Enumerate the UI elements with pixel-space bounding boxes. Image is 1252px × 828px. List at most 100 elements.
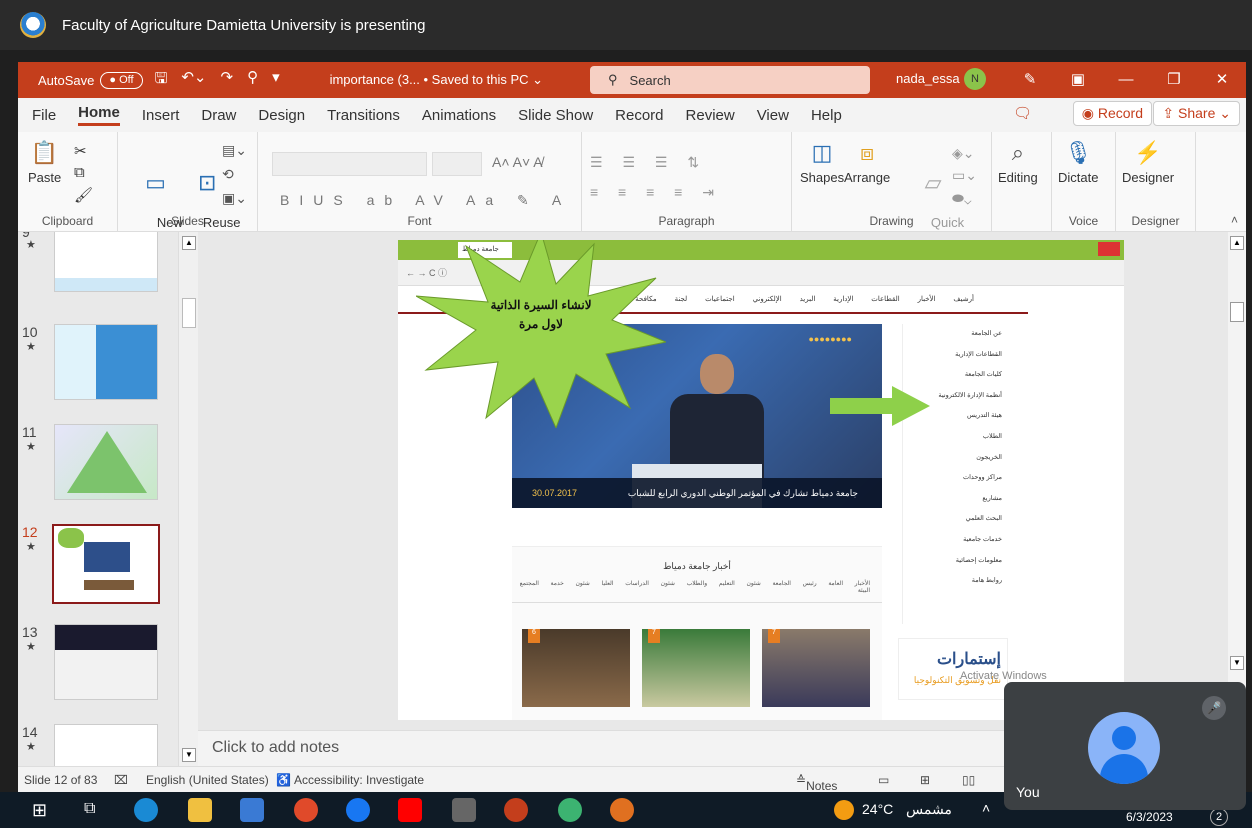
reading-view-icon[interactable]: ▯▯: [962, 773, 975, 787]
tab-review[interactable]: Review: [686, 107, 735, 124]
tab-home[interactable]: Home: [78, 104, 120, 126]
close-icon[interactable]: ✕: [1198, 62, 1246, 98]
arrange-label: Arrange: [844, 170, 891, 185]
powerpoint-icon[interactable]: [504, 798, 528, 822]
designer-button[interactable]: ⚡ Designer: [1122, 140, 1174, 185]
customize-qat-icon[interactable]: ▾: [272, 68, 280, 93]
font-family-select[interactable]: [272, 152, 427, 176]
format-painter-icon[interactable]: 🖌: [74, 186, 93, 204]
language[interactable]: English (United States): [146, 773, 269, 787]
shape-fill-icons[interactable]: ◈⌄ ▭⌄ ⬬⌄: [952, 142, 977, 209]
temperature[interactable]: 24°C: [862, 801, 893, 817]
group-clipboard: 📋 Paste ✂ ⧉ 🖌 Clipboard: [18, 132, 118, 232]
tab-transitions[interactable]: Transitions: [327, 107, 400, 124]
chrome-profile-icon[interactable]: [558, 798, 582, 822]
collapse-ribbon-icon[interactable]: ˄: [1231, 213, 1238, 227]
youtube-icon[interactable]: [398, 798, 422, 822]
self-view-tile[interactable]: 🎤 You: [1004, 682, 1246, 810]
paste-button[interactable]: 📋 Paste: [28, 140, 61, 185]
comments-icon[interactable]: 🗨: [1013, 104, 1032, 122]
shapes-button[interactable]: ◫ Shapes: [800, 140, 844, 185]
dictate-button[interactable]: 🎙 Dictate: [1058, 140, 1098, 185]
group-slides: ▭ New Slide ⌄ ⊡ Reuse Slides ▤⌄ ⟲ ▣⌄ Sli…: [118, 132, 258, 245]
tab-animations[interactable]: Animations: [422, 107, 496, 124]
file-explorer-icon[interactable]: [188, 798, 212, 822]
taskbar-date[interactable]: 6/3/2023: [1126, 810, 1173, 824]
arrange-button[interactable]: ⧈ Arrange: [844, 140, 890, 185]
slide-thumbnail[interactable]: [54, 324, 158, 400]
cut-icon[interactable]: ✂: [74, 142, 87, 160]
editing-button[interactable]: ⌕ Editing: [998, 140, 1038, 185]
scroll-down-icon[interactable]: ▼: [1230, 656, 1244, 670]
avatar[interactable]: N: [964, 68, 986, 90]
chrome-profile-2-icon[interactable]: [610, 798, 634, 822]
restore-icon[interactable]: ❐: [1150, 62, 1198, 98]
font-size-select[interactable]: [432, 152, 482, 176]
pen-icon[interactable]: ✎: [1006, 62, 1054, 98]
slide-thumbnail[interactable]: [54, 724, 158, 772]
task-view-icon[interactable]: ⧉: [84, 800, 95, 818]
windows-start-icon[interactable]: ⊞: [32, 800, 47, 821]
slide-thumbnail[interactable]: [54, 424, 158, 500]
list-icons[interactable]: ☰ ☰ ☰ ⇅: [590, 154, 707, 171]
notification-badge[interactable]: 2: [1210, 808, 1228, 826]
slide-thumbnail[interactable]: [54, 232, 158, 292]
canvas-scrollbar[interactable]: ▲ ▼: [1228, 232, 1246, 672]
scroll-up-icon[interactable]: ▲: [182, 236, 196, 250]
align-icons[interactable]: ≡ ≡ ≡ ≡ ⇥: [590, 184, 722, 201]
copy-icon[interactable]: ⧉: [74, 164, 85, 181]
mail-icon[interactable]: [240, 798, 264, 822]
chrome-icon[interactable]: [294, 798, 318, 822]
present-icon[interactable]: ⚲: [247, 68, 258, 93]
scroll-down-icon[interactable]: ▼: [182, 748, 196, 762]
slide-thumbnails-panel: 9 ★ 10 ★ 11 ★ 12 ★ 13 ★ 14 ★: [18, 232, 198, 772]
weather-text[interactable]: مشمس: [906, 801, 952, 818]
slide-thumbnail[interactable]: [54, 624, 158, 700]
accessibility[interactable]: Accessibility: Investigate: [294, 773, 424, 787]
font-size-controls[interactable]: A˄ A˅ A̸: [492, 154, 543, 170]
normal-view-icon[interactable]: ▭: [878, 773, 889, 787]
scroll-thumb[interactable]: [182, 298, 196, 328]
autosave-toggle[interactable]: ● Off: [100, 71, 143, 89]
spellcheck-icon[interactable]: ⌧: [114, 773, 128, 787]
tab-view[interactable]: View: [757, 107, 789, 124]
ribbon-tabs: File Home Insert Draw Design Transitions…: [18, 98, 1246, 132]
tab-design[interactable]: Design: [258, 107, 305, 124]
notes-button[interactable]: ≙ Notes: [796, 773, 837, 793]
find-icon: ⌕: [1011, 140, 1025, 165]
reset-icon[interactable]: ⟲: [222, 166, 234, 183]
slide-sorter-icon[interactable]: ⊞: [920, 773, 930, 787]
accessibility-icon[interactable]: ♿: [276, 773, 291, 787]
share-button[interactable]: ⇪ Share ⌄: [1153, 101, 1240, 126]
layout-icon[interactable]: ▤⌄: [222, 142, 247, 159]
store-icon[interactable]: [452, 798, 476, 822]
current-slide[interactable]: جامعة دمياط ← → C ⓘ أرشيف الأخبار القطاع…: [398, 240, 1124, 720]
record-button[interactable]: ◉ Record: [1072, 101, 1152, 126]
redo-icon[interactable]: ↷: [220, 68, 233, 93]
tab-insert[interactable]: Insert: [142, 107, 180, 124]
undo-icon[interactable]: ↶⌄: [181, 68, 206, 93]
ribbon-display-icon[interactable]: ▣: [1054, 62, 1102, 98]
green-arrow-shape: [830, 386, 930, 426]
section-icon[interactable]: ▣⌄: [222, 190, 247, 207]
tab-help[interactable]: Help: [811, 107, 842, 124]
document-name[interactable]: importance (3... • Saved to this PC ⌄: [330, 72, 543, 88]
edge-icon[interactable]: [134, 798, 158, 822]
slide-thumbnail-selected[interactable]: [52, 524, 160, 604]
weather-icon[interactable]: [834, 800, 854, 820]
microphone-icon: 🎙: [1064, 140, 1093, 165]
tray-expand-icon[interactable]: ˄: [982, 800, 990, 816]
thumbnails-scrollbar[interactable]: ▲ ▼: [178, 232, 198, 772]
user-name[interactable]: nada_essa: [896, 71, 960, 86]
minimize-icon[interactable]: —: [1102, 62, 1150, 98]
font-format-icons[interactable]: BIUS ab AV Aa ✎ A: [280, 192, 571, 209]
search-box[interactable]: ⚲ Search: [590, 66, 870, 94]
tab-record[interactable]: Record: [615, 107, 663, 124]
scroll-thumb[interactable]: [1230, 302, 1244, 322]
tab-slide-show[interactable]: Slide Show: [518, 107, 593, 124]
save-icon[interactable]: 🖫: [155, 68, 168, 93]
scroll-up-icon[interactable]: ▲: [1230, 236, 1244, 250]
tab-file[interactable]: File: [32, 107, 56, 124]
facebook-icon[interactable]: [346, 798, 370, 822]
tab-draw[interactable]: Draw: [201, 107, 236, 124]
